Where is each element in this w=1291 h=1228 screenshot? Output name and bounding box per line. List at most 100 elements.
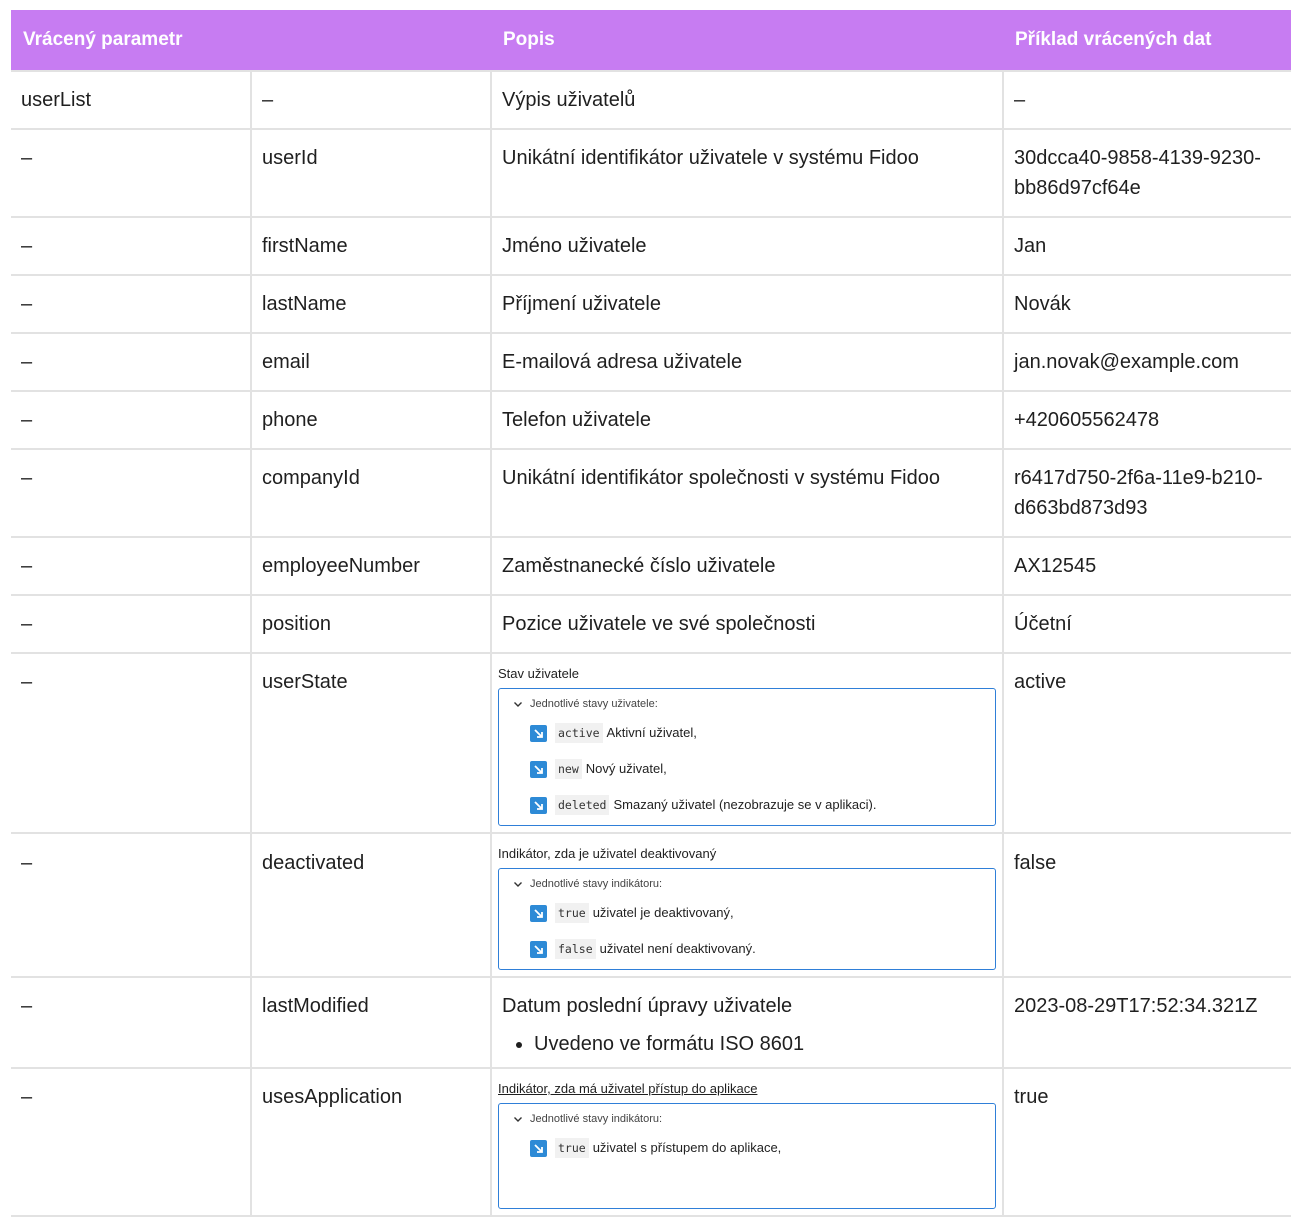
cell-example: – (1002, 70, 1291, 130)
cell-parameter: – (11, 652, 252, 834)
cell-subparameter: – (250, 70, 492, 130)
chevron-down-icon (514, 882, 522, 887)
list-item: new Nový uživatel, (499, 751, 995, 787)
parameters-table: Vrácený parametr Popis Příklad vrácených… (11, 10, 1291, 1217)
cell-parameter: – (11, 536, 252, 596)
item-text: uživatel není deaktivovaný. (599, 941, 756, 956)
cell-parameter: – (11, 390, 252, 450)
table-header-row: Vrácený parametr Popis Příklad vrácených… (11, 10, 1291, 71)
cell-subparameter: companyId (250, 448, 492, 538)
arrow-down-right-icon (530, 940, 547, 958)
description-title: Indikátor, zda je uživatel deaktivovaný (498, 846, 717, 861)
cell-example: 2023-08-29T17:52:34.321Z (1002, 976, 1291, 1069)
cell-parameter: – (11, 128, 252, 218)
table-row-deactivated: – deactivated Indikátor, zda je uživatel… (11, 832, 1291, 978)
table-row-lastmodified: – lastModified Datum poslední úpravy uži… (11, 976, 1291, 1069)
cell-subparameter: usesApplication (250, 1067, 492, 1217)
cell-subparameter: userState (250, 652, 492, 834)
table-row: – firstName Jméno uživatele Jan (11, 216, 1291, 276)
expand-label: Jednotlivé stavy uživatele: (530, 698, 658, 710)
cell-parameter: – (11, 976, 252, 1069)
cell-parameter: userList (11, 70, 252, 130)
cell-subparameter: firstName (250, 216, 492, 276)
cell-subparameter: email (250, 332, 492, 392)
arrow-down-right-icon (530, 760, 547, 778)
cell-parameter: – (11, 216, 252, 276)
description-text: Datum poslední úpravy uživatele (502, 995, 793, 1017)
list-item: deleted Smazaný uživatel (nezobrazuje se… (499, 787, 995, 823)
expand-toggle[interactable]: Jednotlivé stavy indikátoru: (499, 1108, 995, 1130)
description-bullets: Uvedeno ve formátu ISO 8601 (502, 1029, 992, 1059)
list-item: Uvedeno ve formátu ISO 8601 (534, 1029, 992, 1059)
table-row: – phone Telefon uživatele +420605562478 (11, 390, 1291, 450)
expand-panel-continuation (499, 1166, 995, 1206)
cell-description: Indikátor, zda je uživatel deaktivovaný … (490, 832, 1004, 978)
table-row: – email E-mailová adresa uživatele jan.n… (11, 332, 1291, 392)
cell-description: Unikátní identifikátor společnosti v sys… (490, 448, 1004, 538)
table-row-userstate: – userState Stav uživatele Jednotlivé st… (11, 652, 1291, 834)
cell-description: Datum poslední úpravy uživatele Uvedeno … (490, 976, 1004, 1069)
header-subparameter (251, 10, 491, 71)
table-row: – lastName Příjmení uživatele Novák (11, 274, 1291, 334)
cell-subparameter: lastName (250, 274, 492, 334)
cell-description: Pozice uživatele ve své společnosti (490, 594, 1004, 654)
table-row: userList – Výpis uživatelů – (11, 70, 1291, 130)
expand-toggle[interactable]: Jednotlivé stavy indikátoru: (499, 873, 995, 895)
header-example: Příklad vrácených dat (1003, 10, 1291, 71)
chevron-down-icon (514, 702, 522, 707)
cell-description: Příjmení uživatele (490, 274, 1004, 334)
cell-description: Jméno uživatele (490, 216, 1004, 276)
cell-example: r6417d750-2f6a-11e9-b210-d663bd873d93 (1002, 448, 1291, 538)
cell-description: Stav uživatele Jednotlivé stavy uživatel… (490, 652, 1004, 834)
arrow-down-right-icon (530, 724, 547, 742)
cell-parameter: – (11, 832, 252, 978)
list-item: true uživatel je deaktivovaný, (499, 895, 995, 931)
cell-example: AX12545 (1002, 536, 1291, 596)
table-row: – userId Unikátní identifikátor uživatel… (11, 128, 1291, 218)
cell-parameter: – (11, 594, 252, 654)
parameters-table-wrapper: Vrácený parametr Popis Příklad vrácených… (11, 10, 1291, 1217)
item-text: Aktivní uživatel, (606, 725, 697, 740)
description-title: Indikátor, zda má uživatel přístup do ap… (498, 1081, 758, 1096)
cell-example: false (1002, 832, 1291, 978)
table-row: – companyId Unikátní identifikátor spole… (11, 448, 1291, 538)
cell-description: E-mailová adresa uživatele (490, 332, 1004, 392)
cell-description: Výpis uživatelů (490, 70, 1004, 130)
item-text: uživatel je deaktivovaný, (592, 905, 734, 920)
cell-parameter: – (11, 1067, 252, 1217)
cell-subparameter: phone (250, 390, 492, 450)
expand-label: Jednotlivé stavy indikátoru: (530, 1113, 663, 1125)
cell-example: 30dcca40-9858-4139-9230-bb86d97cf64e (1002, 128, 1291, 218)
list-item: false uživatel není deaktivovaný. (499, 931, 995, 967)
cell-example: active (1002, 652, 1291, 834)
expand-panel: Jednotlivé stavy indikátoru: true uživat… (498, 1103, 996, 1209)
cell-example: true (1002, 1067, 1291, 1217)
item-text: Nový uživatel, (585, 761, 667, 776)
code-value: deleted (555, 795, 610, 815)
cell-subparameter: lastModified (250, 976, 492, 1069)
list-item: true uživatel s přístupem do aplikace, (499, 1130, 995, 1166)
cell-example: Jan (1002, 216, 1291, 276)
cell-description: Telefon uživatele (490, 390, 1004, 450)
cell-example: +420605562478 (1002, 390, 1291, 450)
cell-subparameter: employeeNumber (250, 536, 492, 596)
table-row: – employeeNumber Zaměstnanecké číslo uži… (11, 536, 1291, 596)
cell-example: Novák (1002, 274, 1291, 334)
table-row-usesapplication: – usesApplication Indikátor, zda má uživ… (11, 1067, 1291, 1217)
cell-description: Unikátní identifikátor uživatele v systé… (490, 128, 1004, 218)
code-value: active (555, 723, 603, 743)
cell-parameter: – (11, 274, 252, 334)
list-item: active Aktivní uživatel, (499, 715, 995, 751)
header-description: Popis (491, 10, 1003, 71)
expand-toggle[interactable]: Jednotlivé stavy uživatele: (499, 693, 995, 715)
cell-subparameter: position (250, 594, 492, 654)
cell-subparameter: deactivated (250, 832, 492, 978)
code-value: true (555, 1138, 589, 1158)
item-text: Smazaný uživatel (nezobrazuje se v aplik… (613, 797, 877, 812)
cell-description: Indikátor, zda má uživatel přístup do ap… (490, 1067, 1004, 1217)
description-title: Stav uživatele (498, 666, 579, 681)
table-row: – position Pozice uživatele ve své spole… (11, 594, 1291, 654)
code-value: new (555, 759, 582, 779)
expand-panel: Jednotlivé stavy uživatele: active Aktiv… (498, 688, 996, 826)
item-text: uživatel s přístupem do aplikace, (592, 1140, 782, 1155)
